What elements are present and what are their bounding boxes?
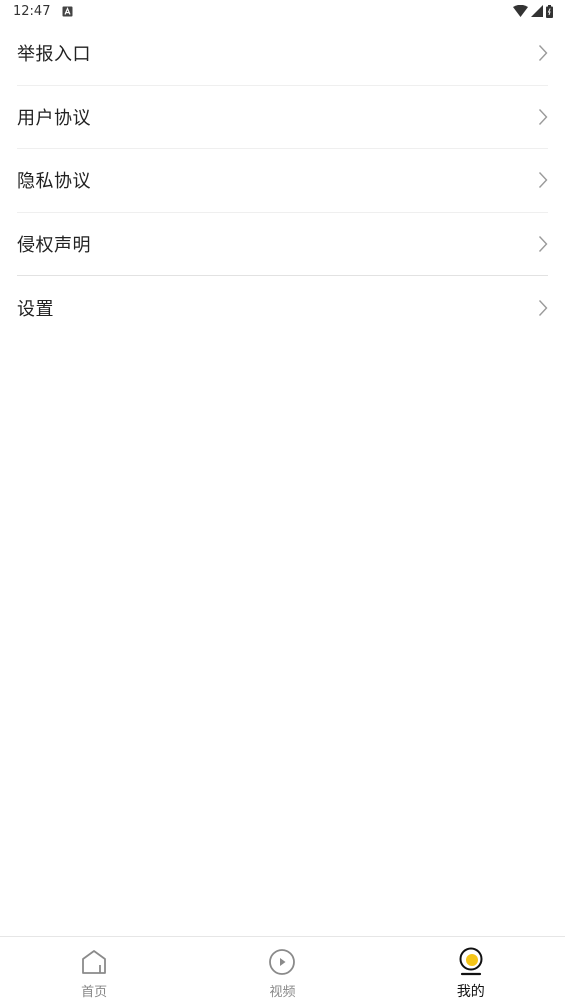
signal-icon — [531, 5, 543, 17]
chevron-right-icon — [538, 108, 548, 126]
menu-item-label: 用户协议 — [17, 107, 91, 129]
tab-label: 视频 — [269, 985, 296, 1000]
play-circle-icon — [268, 947, 296, 977]
status-left: 12:47 — [13, 4, 73, 19]
profile-icon — [457, 947, 485, 977]
menu-item-settings[interactable]: 设置 — [17, 276, 548, 340]
menu-item-label: 隐私协议 — [17, 171, 91, 193]
menu-item-label: 举报入口 — [17, 44, 91, 66]
menu-item-label: 设置 — [17, 298, 54, 320]
bottom-nav: 首页 视频 我的 — [0, 936, 565, 1004]
chevron-right-icon — [538, 171, 548, 189]
menu-item-user-agreement[interactable]: 用户协议 — [17, 86, 548, 149]
menu-item-privacy-policy[interactable]: 隐私协议 — [17, 149, 548, 213]
home-icon — [80, 947, 108, 977]
menu-item-report[interactable]: 举报入口 — [17, 22, 548, 86]
tab-video[interactable]: 视频 — [188, 937, 376, 1004]
status-bar: 12:47 — [0, 0, 565, 22]
menu-list: 举报入口 用户协议 隐私协议 侵权声明 设置 — [0, 22, 565, 340]
menu-item-label: 侵权声明 — [17, 234, 91, 256]
notification-a-icon — [62, 6, 73, 17]
chevron-right-icon — [538, 44, 548, 62]
tab-mine[interactable]: 我的 — [377, 937, 565, 1004]
chevron-right-icon — [538, 235, 548, 253]
menu-item-infringement-notice[interactable]: 侵权声明 — [17, 213, 548, 276]
status-time: 12:47 — [13, 3, 51, 19]
tab-label: 我的 — [456, 984, 485, 1000]
wifi-icon — [513, 5, 528, 17]
battery-icon — [546, 4, 553, 18]
tab-home[interactable]: 首页 — [0, 937, 188, 1004]
chevron-right-icon — [538, 299, 548, 317]
status-right — [513, 4, 553, 18]
tab-label: 首页 — [81, 985, 108, 1000]
